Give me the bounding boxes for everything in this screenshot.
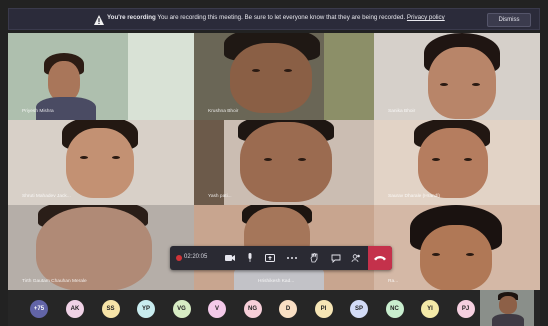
mic-icon[interactable]: [242, 250, 258, 266]
video-tile[interactable]: Shruti Mahadev Jack...: [8, 120, 194, 205]
participant-name: Sanika Bhoir: [388, 109, 416, 114]
hang-up-icon: [374, 256, 386, 261]
recording-title: You're recording: [107, 14, 156, 21]
hang-up-button[interactable]: [368, 246, 392, 270]
meeting-window: You're recording You are recording this …: [0, 0, 548, 326]
participant-avatar[interactable]: NC: [385, 300, 404, 318]
privacy-policy-link[interactable]: Privacy policy: [407, 14, 445, 21]
participant-avatar[interactable]: AK: [66, 300, 84, 318]
self-view[interactable]: [480, 290, 534, 326]
video-tile[interactable]: Priyesh Mishra: [8, 33, 194, 120]
participant-avatar[interactable]: V: [208, 300, 226, 318]
participant-avatar[interactable]: SP: [350, 300, 368, 318]
participant-name: Krushna Bhoir: [208, 109, 239, 114]
participant-avatar[interactable]: YP: [137, 300, 155, 318]
video-tile[interactable]: Yash pati...: [194, 120, 374, 205]
participant-avatar[interactable]: VG: [172, 300, 191, 318]
participant-name: Tirth Gautam Chauhan Merale: [22, 279, 87, 284]
participant-avatar[interactable]: SS: [101, 300, 120, 318]
participant-name: Yash pati...: [208, 194, 232, 199]
call-controls: 02:20:05: [170, 246, 392, 270]
participant-avatar[interactable]: NG: [243, 300, 262, 318]
chat-icon[interactable]: [328, 250, 344, 266]
recording-banner: You're recording You are recording this …: [8, 8, 540, 30]
more-icon[interactable]: [284, 250, 300, 266]
more-participants-button[interactable]: +75: [30, 300, 48, 318]
raise-hand-icon[interactable]: [306, 250, 322, 266]
participant-bar: +75 AK SS YP VG V NG D PI SP NC YI PJ: [8, 290, 540, 326]
participant-avatar[interactable]: D: [279, 300, 297, 318]
participant-avatar[interactable]: YI: [421, 300, 439, 318]
participants-icon[interactable]: [348, 250, 364, 266]
recording-indicator-icon: [176, 255, 182, 261]
participant-name: Ra...: [388, 279, 399, 284]
participant-avatar[interactable]: PI: [314, 300, 333, 318]
video-icon[interactable]: [222, 250, 238, 266]
video-tile[interactable]: Saurav Dharale (Hrandl): [374, 120, 540, 205]
share-icon[interactable]: [262, 250, 278, 266]
participant-name: Saurav Dharale (Hrandl): [388, 194, 440, 199]
participant-name: Priyesh Mishra: [22, 109, 54, 114]
call-timer: 02:20:05: [184, 254, 208, 260]
participant-name: Shruti Mahadev Jack...: [22, 194, 71, 199]
recording-text: You are recording this meeting. Be sure …: [157, 14, 406, 21]
participant-avatar[interactable]: PJ: [456, 300, 475, 318]
participant-name: Hrishikesh Kad...: [258, 279, 295, 284]
video-tile[interactable]: Ra...: [374, 205, 540, 290]
video-tile[interactable]: Tirth Gautam Chauhan Merale: [8, 205, 194, 290]
recording-message: You're recording You are recording this …: [107, 14, 445, 21]
warning-icon: [94, 15, 104, 25]
video-tile[interactable]: Krushna Bhoir: [194, 33, 374, 120]
dismiss-button[interactable]: Dismiss: [487, 13, 531, 27]
video-tile[interactable]: Sanika Bhoir: [374, 33, 540, 120]
